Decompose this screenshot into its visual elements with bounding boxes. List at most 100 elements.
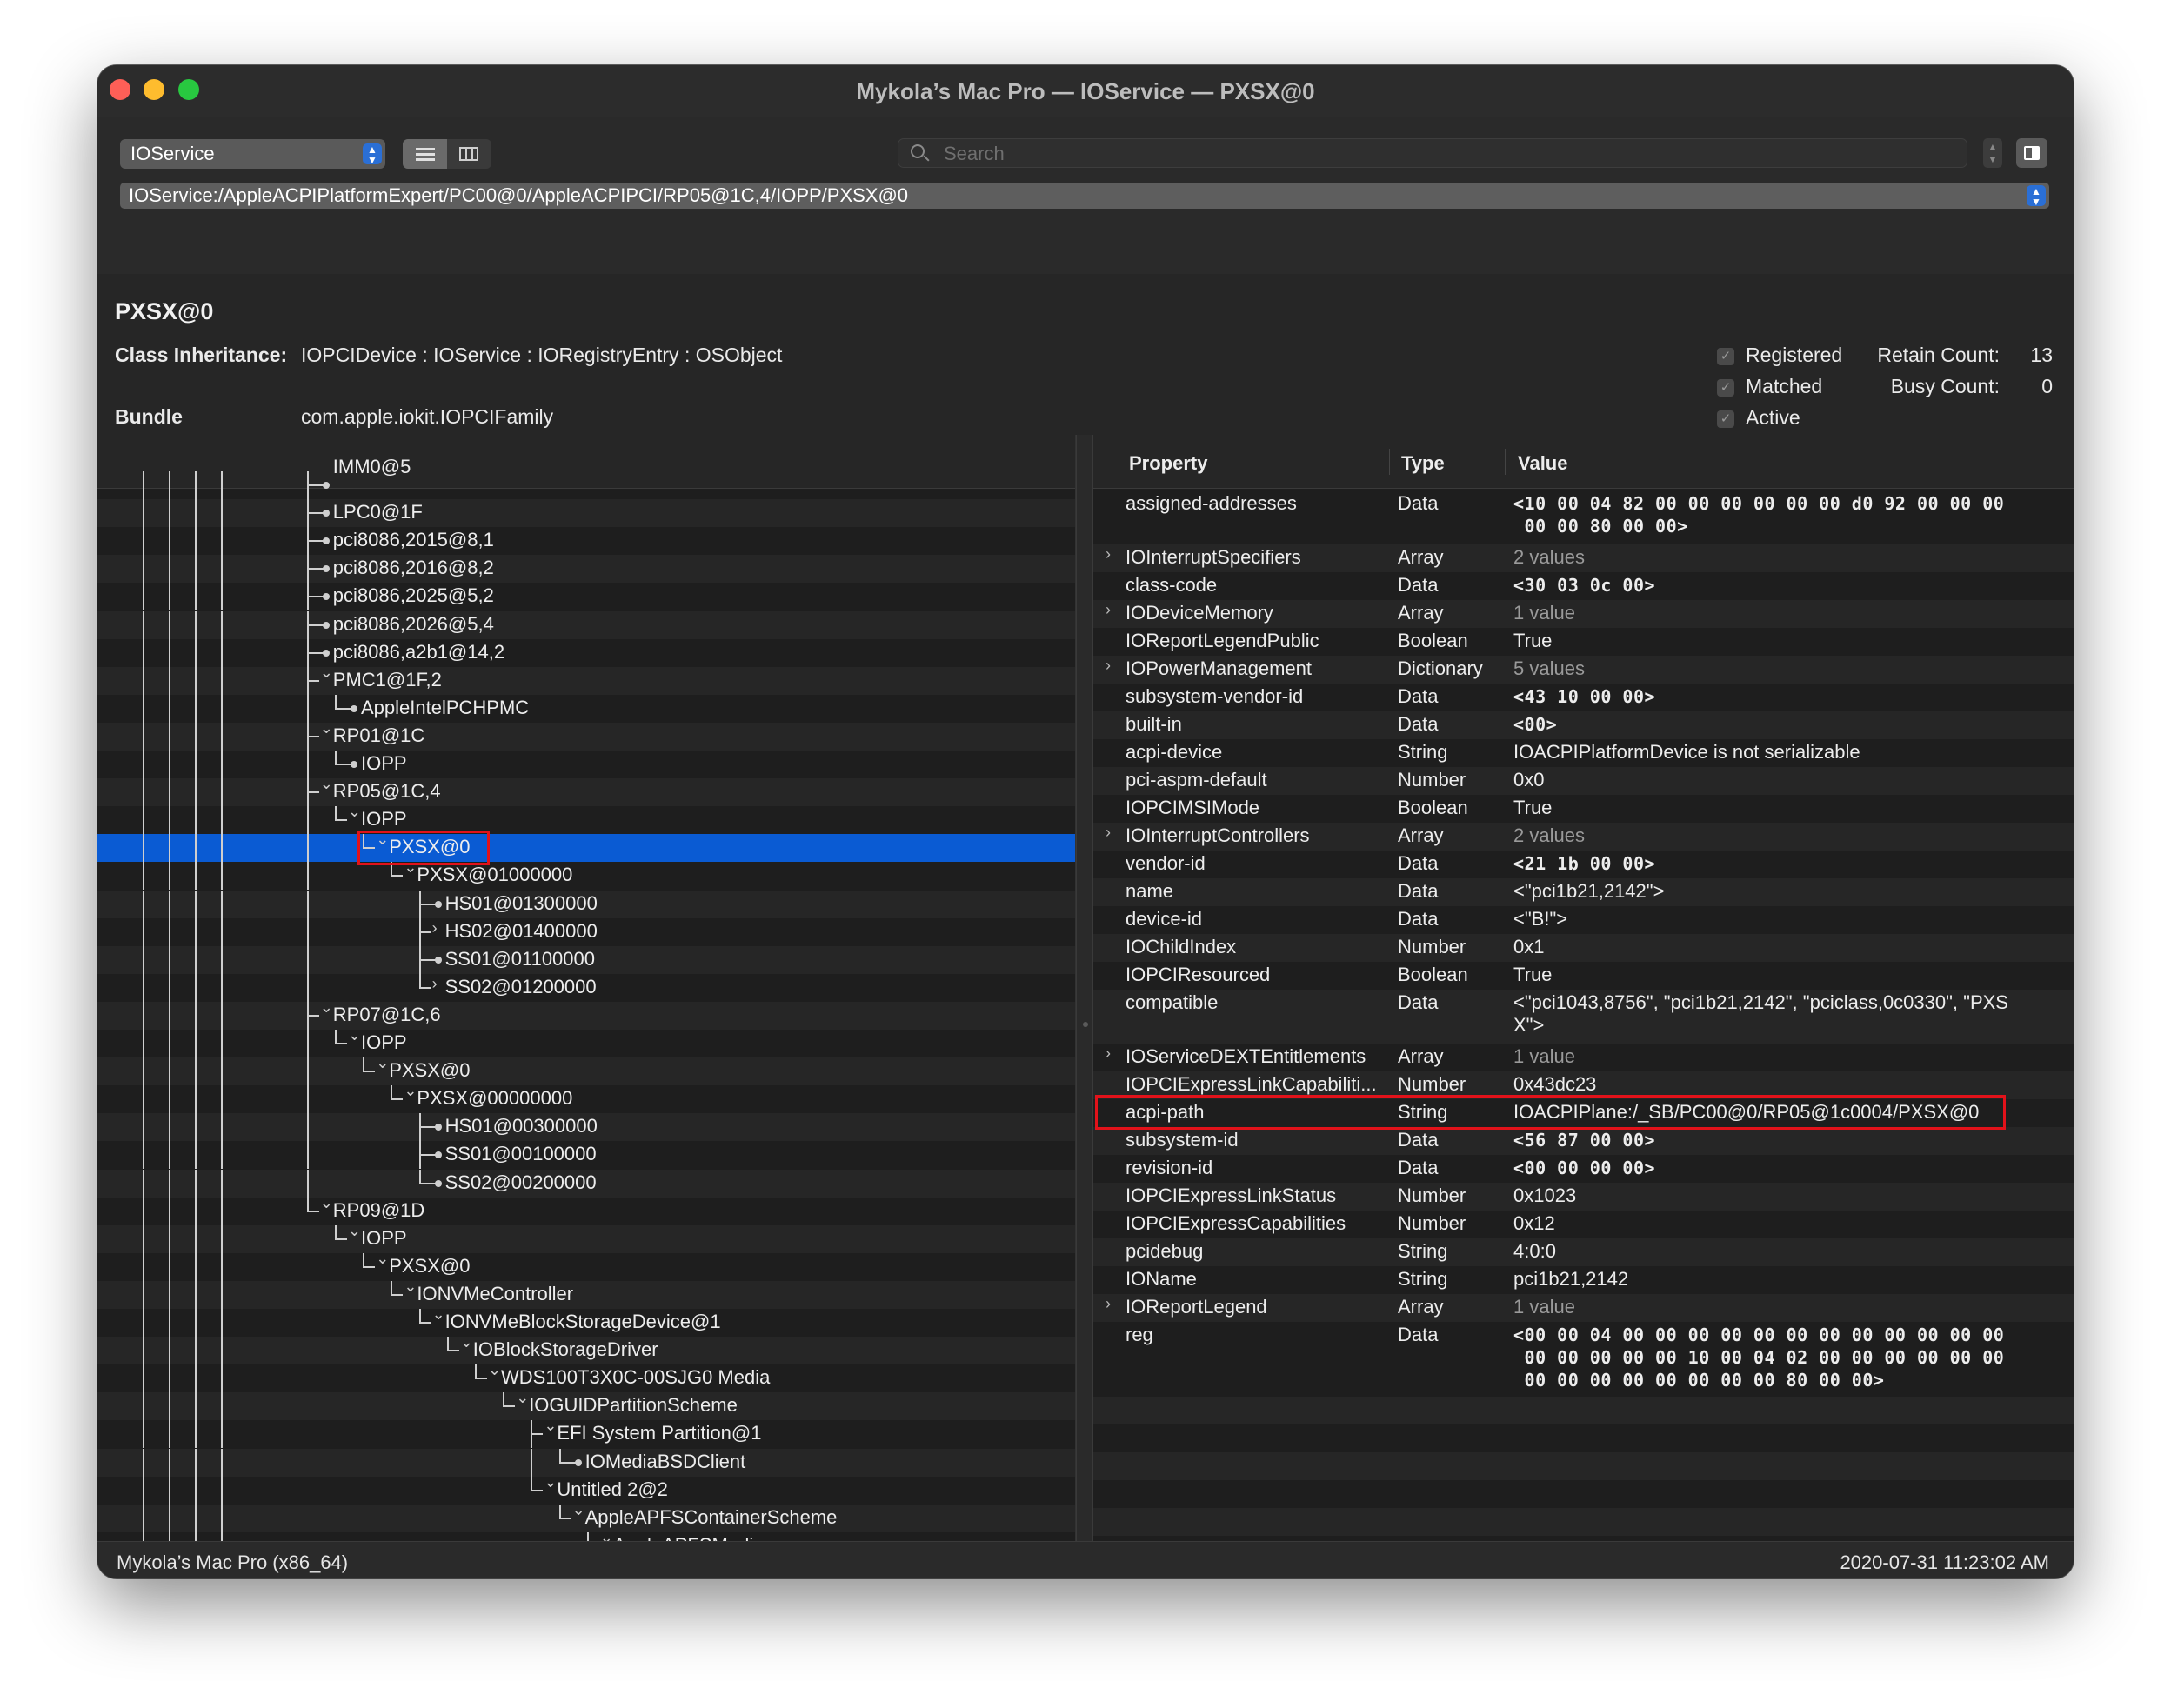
property-row[interactable]: pcidebug String 4:0:0 [1093, 1238, 2074, 1266]
property-row[interactable]: assigned-addresses Data <10 00 04 82 00 00… [1093, 490, 2074, 544]
search-options-stepper[interactable]: ▲ ▼ [1983, 138, 2002, 168]
column-property[interactable]: Property [1129, 452, 1207, 475]
chevron-down-icon[interactable]: ⌄ [320, 998, 333, 1017]
chevron-down-icon[interactable]: ⌄ [320, 664, 333, 682]
property-row[interactable]: IOReportLegendPublic Boolean True [1093, 628, 2074, 656]
chevron-right-icon[interactable]: › [1106, 1295, 1111, 1313]
property-row[interactable]: › IOInterruptControllers Array 2 values [1093, 823, 2074, 851]
tree-row[interactable]: pci8086,2016@8,2 [97, 555, 1075, 584]
property-row[interactable]: revision-id Data <00 00 00 00> [1093, 1155, 2074, 1183]
tree-row[interactable]: IOMediaBSDClient [97, 1448, 1075, 1477]
chevron-down-icon[interactable]: ⌄ [348, 1026, 361, 1044]
column-view-button[interactable] [447, 139, 491, 169]
tree-row[interactable]: LPC0@1F [97, 499, 1075, 528]
tree-row[interactable]: ⌄ EFI System Partition@1 [97, 1417, 1075, 1449]
tree-row[interactable]: › SS02@01200000 [97, 973, 1075, 1002]
tree-row[interactable]: ⌄AppleAPFSMedia [97, 1529, 1075, 1541]
tree-row[interactable]: pci8086,2015@8,1 [97, 527, 1075, 556]
tree-row[interactable]: ⌄ Untitled 2@2 [97, 1473, 1075, 1505]
registry-path-field[interactable]: IOService:/AppleACPIPlatformExpert/PC00@… [120, 183, 2049, 209]
tree-row[interactable]: SS02@00200000 [97, 1169, 1075, 1198]
tree-row[interactable]: ⌄ IONVMeController [97, 1278, 1075, 1309]
property-row[interactable]: › IOReportLegend Array 1 value [1093, 1294, 2074, 1322]
tree-row[interactable]: ⌄ PMC1@1F,2 [97, 664, 1075, 695]
chevron-down-icon[interactable]: ⌄ [516, 1389, 529, 1407]
tree-row[interactable]: ⌄ RP07@1C,6 [97, 998, 1075, 1030]
tree-row[interactable]: SS01@00100000 [97, 1141, 1075, 1170]
property-row[interactable]: IOPCIExpressLinkStatus Number 0x1023 [1093, 1183, 2074, 1211]
splitter-handle[interactable] [1083, 1022, 1088, 1027]
chevron-down-icon[interactable]: ⌄ [600, 1529, 613, 1541]
property-row[interactable]: › IOPowerManagement Dictionary 5 values [1093, 656, 2074, 684]
property-row[interactable]: › IOServiceDEXTEntitlements Array 1 value [1093, 1044, 2074, 1071]
tree-row[interactable]: ⌄ AppleAPFSContainerScheme [97, 1501, 1075, 1532]
tree-row[interactable]: pci8086,2026@5,4 [97, 610, 1075, 639]
chevron-right-icon[interactable]: › [1106, 601, 1111, 619]
tree-row[interactable]: ⌄ IONVMeBlockStorageDevice@1 [97, 1305, 1075, 1337]
pane-splitter[interactable] [1076, 435, 1093, 1541]
tree-row[interactable]: ⌄ PXSX@0 [97, 1054, 1075, 1086]
tree-row[interactable]: AppleIntelPCHPMC [97, 694, 1075, 723]
chevron-down-icon[interactable]: ⌄ [376, 1250, 389, 1268]
tree-row[interactable]: ⌄ IOGUIDPartitionScheme [97, 1389, 1075, 1421]
property-row[interactable]: IOName String pci1b21,2142 [1093, 1266, 2074, 1294]
tree-row[interactable]: SS01@01100000 [97, 945, 1075, 974]
tree-row[interactable]: IOPP [97, 751, 1075, 778]
chevron-down-icon[interactable]: ⌄ [488, 1361, 501, 1379]
chevron-down-icon[interactable]: ⌄ [376, 1054, 389, 1072]
inspector-toggle-button[interactable] [2016, 138, 2047, 168]
chevron-down-icon[interactable]: ⌄ [348, 803, 361, 821]
property-row[interactable]: IOPCIExpressCapabilities Number 0x12 [1093, 1211, 2074, 1238]
chevron-down-icon[interactable]: ⌄ [404, 1278, 417, 1296]
plane-select[interactable]: IOService ▲ ▼ [120, 139, 385, 169]
chevron-down-icon[interactable]: ⌄ [320, 719, 333, 737]
list-view-button[interactable] [403, 139, 447, 169]
tree-row[interactable]: › HS02@01400000 [97, 917, 1075, 946]
tree-row[interactable]: ⌄ PXSX@00000000 [97, 1082, 1075, 1114]
chevron-down-icon[interactable]: ⌄ [404, 1082, 417, 1100]
chevron-down-icon[interactable]: ⌄ [544, 1417, 557, 1435]
property-row[interactable]: pci-aspm-default Number 0x0 [1093, 767, 2074, 795]
property-row[interactable]: built-in Data <00> [1093, 711, 2074, 739]
tree-row[interactable]: pci8086,2025@5,2 [97, 583, 1075, 611]
tree-row[interactable]: ⌄ IOPP [97, 1222, 1075, 1253]
tree-row[interactable]: pci8086,a2b1@14,2 [97, 638, 1075, 667]
property-row[interactable]: reg Data <00 00 04 00 00 00 00 00 00 00 00… [1093, 1322, 2074, 1397]
tree-row[interactable]: IMM0@5 [97, 456, 1075, 499]
tree-row[interactable]: ⌄ IOBlockStorageDriver [97, 1333, 1075, 1365]
chevron-down-icon[interactable]: ⌄ [320, 775, 333, 793]
search-field[interactable]: Search [898, 138, 1967, 168]
property-row[interactable]: device-id Data <"B!"> [1093, 906, 2074, 934]
column-divider[interactable] [1389, 449, 1390, 475]
property-row[interactable]: acpi-device String IOACPIPlatformDevice is… [1093, 739, 2074, 767]
registry-tree[interactable]: IMM0@5 LPC0@1F pci8086,2015@8,1 pci8086,201… [97, 435, 1076, 1541]
property-row[interactable]: subsystem-vendor-id Data <43 10 00 00> [1093, 684, 2074, 711]
tree-row[interactable]: ⌄ WDS100T3X0C-00SJG0 Media [97, 1361, 1075, 1393]
chevron-down-icon[interactable]: ⌄ [460, 1333, 473, 1351]
properties-table[interactable]: Property Type Value assigned-addresses Da… [1093, 435, 2074, 1541]
tree-row[interactable]: ⌄ PXSX@01000000 [97, 858, 1075, 891]
column-type[interactable]: Type [1401, 452, 1445, 475]
property-row[interactable]: IOChildIndex Number 0x1 [1093, 934, 2074, 962]
tree-row[interactable]: ⌄ PXSX@0 [97, 1250, 1075, 1281]
tree-row[interactable]: HS01@00300000 [97, 1113, 1075, 1142]
tree-row[interactable]: ⌄ RP05@1C,4 [97, 775, 1075, 807]
chevron-right-icon[interactable]: › [432, 919, 438, 937]
tree-row[interactable]: HS01@01300000 [97, 890, 1075, 918]
tree-row[interactable]: ⌄ RP09@1D [97, 1194, 1075, 1225]
column-value[interactable]: Value [1518, 452, 1567, 475]
column-divider[interactable] [1505, 449, 1506, 475]
chevron-down-icon[interactable]: ⌄ [572, 1501, 585, 1519]
chevron-right-icon[interactable]: › [1106, 545, 1111, 564]
tree-row[interactable]: ⌄ PXSX@0 [97, 831, 1075, 863]
chevron-down-icon[interactable]: ⌄ [544, 1473, 557, 1491]
tree-row[interactable]: ⌄ IOPP [97, 1026, 1075, 1057]
property-row[interactable]: › IODeviceMemory Array 1 value [1093, 600, 2074, 628]
chevron-right-icon[interactable]: › [1106, 657, 1111, 675]
tree-row[interactable]: ⌄ RP01@1C [97, 719, 1075, 751]
chevron-down-icon[interactable]: ⌄ [320, 1194, 333, 1212]
chevron-right-icon[interactable]: › [1106, 1044, 1111, 1063]
view-mode-toggle[interactable] [403, 139, 491, 169]
chevron-down-icon[interactable]: ⌄ [348, 1222, 361, 1240]
chevron-down-icon[interactable]: ⌄ [432, 1305, 445, 1324]
